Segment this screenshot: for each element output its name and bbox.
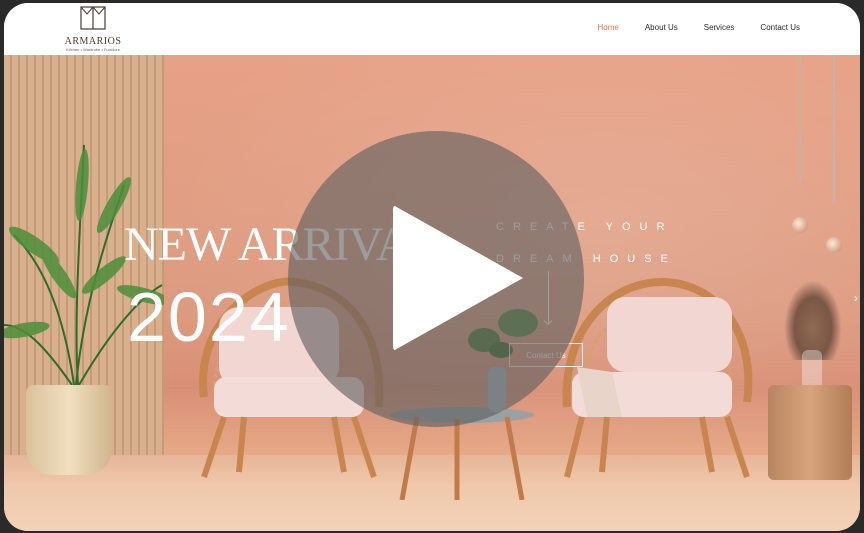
video-play-button[interactable]: [288, 131, 584, 427]
nav-contact-us[interactable]: Contact Us: [760, 23, 800, 32]
brand-tagline: Kitchen • Wardrobe • Furniture: [65, 47, 120, 52]
main-menu: Home About Us Services Contact Us: [597, 23, 800, 32]
pendant-bulb: [792, 217, 808, 233]
wooden-stump-table: [768, 385, 852, 480]
video-frame: ARMARIOS Kitchen • Wardrobe • Furniture …: [4, 3, 860, 531]
pendant-lamp-cord: [833, 55, 835, 203]
woven-planter: [26, 385, 112, 475]
hero-year: 2024: [127, 278, 291, 356]
play-icon: [393, 205, 523, 351]
pendant-lamp-cord: [799, 55, 801, 183]
nav-about-us[interactable]: About Us: [645, 23, 678, 32]
rattan-chair-right: [562, 277, 753, 478]
top-navbar: ARMARIOS Kitchen • Wardrobe • Furniture …: [4, 3, 860, 55]
dried-flowers: [784, 280, 842, 360]
nav-services[interactable]: Services: [704, 23, 735, 32]
chevron-right-icon[interactable]: ›: [854, 291, 858, 305]
brand-logo[interactable]: ARMARIOS Kitchen • Wardrobe • Furniture: [62, 6, 124, 52]
brand-name: ARMARIOS: [64, 36, 122, 47]
glass-vase: [802, 350, 822, 390]
nav-home[interactable]: Home: [597, 23, 618, 32]
pendant-bulb: [826, 237, 842, 253]
wardrobe-logo-icon: [80, 6, 106, 30]
